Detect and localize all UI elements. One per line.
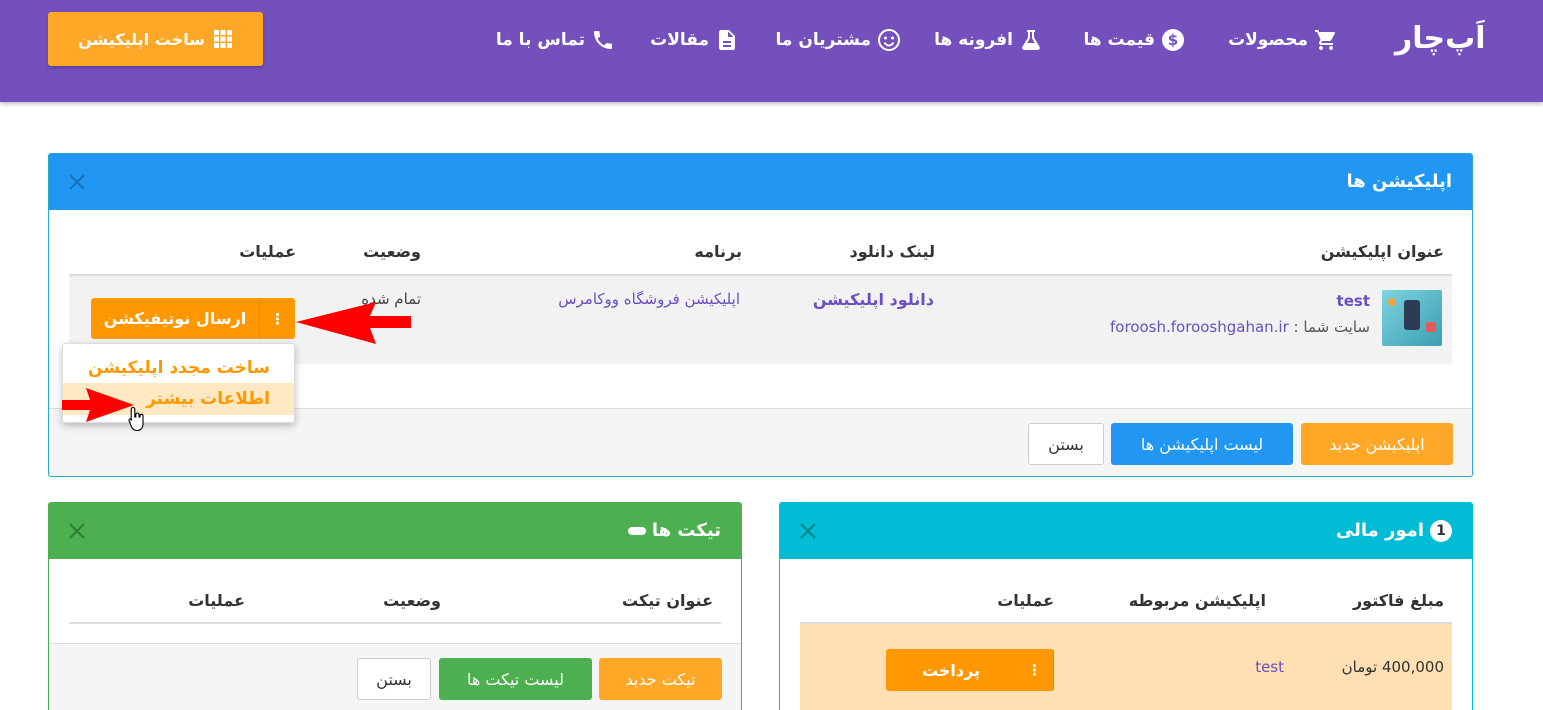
grid-icon (213, 30, 232, 48)
panel-title-text: امور مالی (1335, 520, 1424, 541)
nav-item-products[interactable]: محصولات (1228, 26, 1338, 54)
related-app-link[interactable]: test (1255, 658, 1284, 676)
panel-title-text: تیکت ها (651, 520, 721, 541)
send-notification-split-button: ارسال نوتیفیکشن ⋮ (91, 298, 295, 339)
invoice-amount: 400,000 تومان (1341, 658, 1444, 676)
finance-panel-header: 1 امور مالی (780, 503, 1472, 559)
app-thumbnail (1382, 290, 1442, 346)
more-actions-toggle[interactable]: ⋮ (1016, 649, 1054, 691)
new-ticket-button[interactable]: تیکت جدید (599, 658, 722, 700)
smile-icon (878, 29, 900, 51)
cart-icon (1315, 30, 1336, 50)
tickets-panel-footer: تیکت جدید لیست تیکت ها بستن (49, 643, 741, 710)
column-header: عملیات (188, 591, 245, 610)
close-tickets-button[interactable]: بستن (357, 658, 431, 700)
column-header: عنوان اپلیکیشن (1320, 242, 1444, 261)
nav-item-label: تماس با ما (495, 30, 585, 50)
program-link[interactable]: اپلیکیشن فروشگاه ووکامرس (558, 290, 740, 308)
close-icon[interactable] (67, 172, 87, 192)
build-app-label: ساخت اپلیکیشن (78, 29, 205, 49)
dash-badge-icon (627, 527, 646, 535)
nav-item-contact[interactable]: تماس با ما (496, 26, 615, 54)
panel-title: تیکت ها (627, 503, 721, 559)
column-header: عنوان تیکت (622, 591, 713, 610)
nav-item-label: مقالات (650, 30, 709, 50)
finance-panel: 1 امور مالی مبلغ فاکتور اپلیکیشن مربوطه … (779, 502, 1473, 710)
new-app-button[interactable]: اپلیکیشن جدید (1301, 423, 1453, 465)
flask-icon (1022, 30, 1040, 50)
column-header: اپلیکیشن مربوطه (1128, 591, 1266, 610)
tickets-panel: تیکت ها عنوان تیکت وضعیت عملیات تیکت جدی… (48, 502, 742, 710)
site-label: سایت شما : (1293, 318, 1370, 336)
more-actions-toggle[interactable]: ⋮ (259, 298, 295, 339)
finance-count-badge: 1 (1430, 520, 1452, 542)
column-header: وضعیت (383, 591, 441, 610)
nav-item-label: قیمت ها (1083, 30, 1155, 50)
nav-item-label: افرونه ها (934, 30, 1013, 50)
column-header: لینک دانلود (849, 242, 936, 261)
app-list-button[interactable]: لیست اپلیکیشن ها (1111, 423, 1293, 465)
site-logo[interactable]: اَپ‌چار (1395, 18, 1487, 60)
nav-item-plugins[interactable]: افرونه ها (934, 26, 1043, 54)
red-arrow-icon (296, 302, 411, 344)
pay-split-button: ⋮ پرداخت (886, 649, 1054, 691)
column-header: برنامه (694, 242, 742, 261)
panel-title: 1 امور مالی (1336, 503, 1452, 559)
column-header: عملیات (239, 242, 296, 261)
phone-icon (594, 31, 612, 49)
red-arrow-icon (62, 388, 134, 422)
nav-item-prices[interactable]: $ قیمت ها (1083, 26, 1185, 54)
menu-item-rebuild[interactable]: ساخت مجدد اپلیکیشن (63, 352, 294, 384)
pay-button[interactable]: پرداخت (886, 649, 1016, 691)
panel-title-text: اپلیکیشن ها (1346, 171, 1452, 192)
nav-item-label: محصولات (1228, 30, 1308, 50)
table-divider (69, 622, 721, 624)
column-header: وضعیت (363, 242, 421, 261)
column-header: عملیات (997, 591, 1054, 610)
nav-item-articles[interactable]: مقالات (650, 26, 739, 54)
app-name-link[interactable]: test (1337, 292, 1370, 310)
ticket-list-button[interactable]: لیست تیکت ها (439, 658, 592, 700)
close-icon[interactable] (67, 521, 87, 541)
vertical-dots-icon: ⋮ (1027, 661, 1042, 679)
nav-item-customers[interactable]: مشتریان ما (776, 26, 901, 54)
site-url-line: سایت شما : foroosh.forooshgahan.ir (1110, 318, 1370, 336)
vertical-dots-icon: ⋮ (270, 309, 285, 328)
download-app-link[interactable]: دانلود اپلیکیشن (813, 290, 934, 309)
applications-panel-header: اپلیکیشن ها (49, 154, 1472, 210)
panel-title: اپلیکیشن ها (1347, 154, 1452, 210)
close-icon[interactable] (798, 521, 818, 541)
nav-item-label: مشتریان ما (775, 30, 871, 50)
send-notification-button[interactable]: ارسال نوتیفیکشن (91, 298, 259, 339)
document-icon (719, 30, 735, 50)
svg-text:$: $ (1168, 31, 1178, 49)
dollar-icon: $ (1162, 29, 1184, 51)
tickets-panel-header: تیکت ها (49, 503, 741, 559)
top-navbar: اَپ‌چار محصولات $ قیمت ها افرونه ها مشتر… (0, 0, 1543, 102)
build-app-button[interactable]: ساخت اپلیکیشن (48, 12, 263, 66)
column-header: مبلغ فاکتور (1352, 591, 1444, 610)
hand-cursor-icon (128, 406, 144, 432)
site-url-link[interactable]: foroosh.forooshgahan.ir (1110, 318, 1289, 336)
close-apps-button[interactable]: بستن (1028, 423, 1104, 465)
